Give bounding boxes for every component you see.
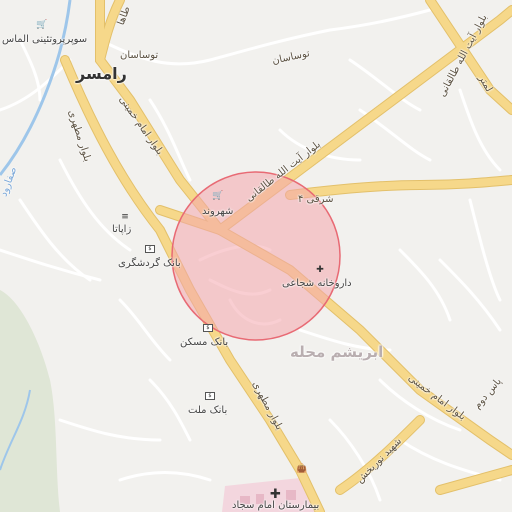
poi-zapata[interactable]: زاپاتا — [112, 224, 131, 236]
city-label: رامسر — [76, 64, 127, 83]
poi-bank-maskan[interactable]: بانک مسکن — [180, 337, 228, 349]
poi-shahrvand[interactable]: شهروند — [202, 206, 233, 218]
hospital-cross-icon[interactable]: ✚ — [270, 488, 281, 501]
poi-hospital[interactable]: بیمارستان امام سجاد — [232, 500, 319, 512]
poi-supermarket[interactable]: سوپرپروتئینی الماس — [2, 34, 87, 46]
river — [0, 0, 72, 176]
shopping-bag-icon[interactable]: 👜 — [296, 464, 307, 474]
bank-icon[interactable]: $ — [203, 324, 213, 332]
district-label: ابریشم محله — [290, 343, 384, 361]
pharmacy-icon[interactable]: ✚ — [315, 265, 325, 275]
poi-darukhaneh[interactable]: داروخانه شجاعی — [282, 278, 352, 290]
road-label-tusasan: توساسان — [120, 50, 159, 61]
bank-icon[interactable]: $ — [205, 392, 215, 400]
map-view[interactable]: رامسر ابریشم محله بلوار آیت الله طالقانی… — [0, 0, 512, 512]
restaurant-icon[interactable]: ≡ — [120, 212, 130, 222]
shopping-cart-icon[interactable]: 🛒 — [36, 20, 47, 30]
poi-bank-gardeshgari[interactable]: بانک گردشگری — [118, 258, 181, 270]
park-area — [0, 290, 60, 512]
road-label-sharghi4: شرقی ۴ — [298, 194, 334, 205]
poi-bank-mellat[interactable]: بانک ملت — [188, 405, 227, 417]
shopping-cart-icon[interactable]: 🛒 — [212, 191, 223, 201]
bank-icon[interactable]: $ — [145, 245, 155, 253]
